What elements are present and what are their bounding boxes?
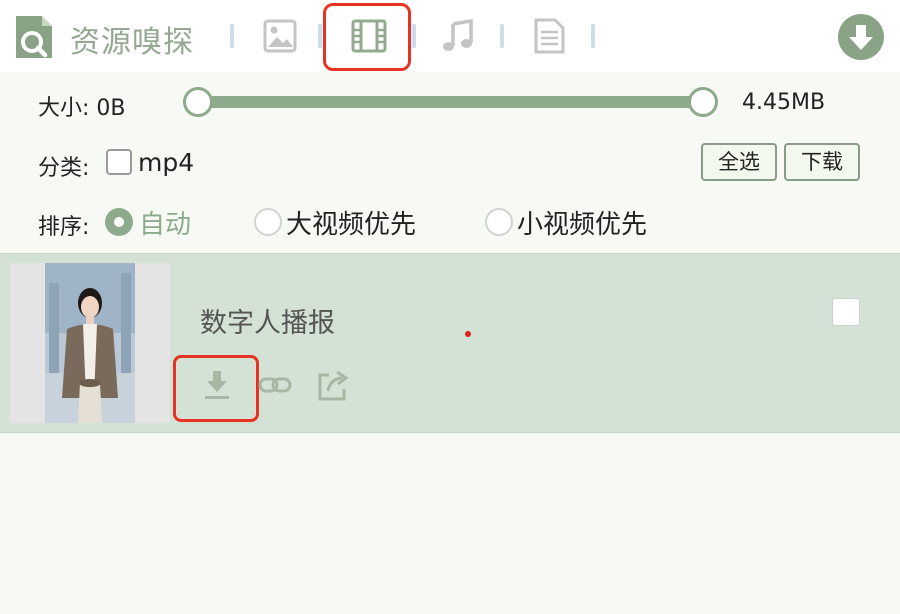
link-icon[interactable]	[257, 367, 293, 403]
sort-auto-label[interactable]: 自动	[139, 204, 191, 241]
mp4-label: mp4	[138, 148, 195, 177]
resource-checkbox[interactable]	[832, 298, 860, 326]
sort-small-first-radio[interactable]	[485, 208, 513, 236]
red-dot-marker	[465, 331, 471, 337]
tab-separator	[412, 24, 416, 48]
size-min-handle[interactable]	[183, 87, 213, 117]
list-item[interactable]: 数字人播报	[0, 253, 900, 433]
video-thumbnail[interactable]	[45, 263, 135, 423]
size-max-handle[interactable]	[688, 87, 718, 117]
sort-small-first-label[interactable]: 小视频优先	[517, 204, 647, 241]
size-max-value: 4.45MB	[742, 90, 826, 115]
share-icon[interactable]	[315, 367, 351, 403]
download-highlight	[173, 355, 259, 422]
select-all-button[interactable]: 全选	[701, 143, 777, 181]
document-icon[interactable]	[531, 18, 567, 54]
resource-title: 数字人播报	[200, 308, 335, 339]
music-note-icon[interactable]	[440, 18, 476, 54]
sort-label: 排序:	[38, 215, 90, 240]
download-selected-button[interactable]: 下载	[784, 143, 860, 181]
size-range-track[interactable]	[198, 96, 704, 108]
download-circle-icon	[849, 25, 873, 50]
tab-separator	[318, 24, 322, 48]
sort-auto-radio[interactable]	[105, 208, 133, 236]
tab-separator	[591, 24, 595, 48]
category-label: 分类:	[38, 156, 90, 181]
tab-separator	[500, 24, 504, 48]
sort-large-first-radio[interactable]	[254, 208, 282, 236]
top-bar: 资源嗅探	[0, 0, 900, 72]
app-title: 资源嗅探	[70, 25, 194, 60]
sort-large-first-label[interactable]: 大视频优先	[286, 204, 416, 241]
app-logo-icon	[16, 16, 52, 58]
tab-separator	[230, 24, 234, 48]
download-all-button[interactable]	[838, 14, 884, 60]
size-label: 大小: 0B	[38, 96, 126, 121]
mp4-checkbox[interactable]	[106, 149, 132, 175]
image-icon[interactable]	[262, 18, 298, 54]
active-tab-highlight	[323, 3, 411, 71]
